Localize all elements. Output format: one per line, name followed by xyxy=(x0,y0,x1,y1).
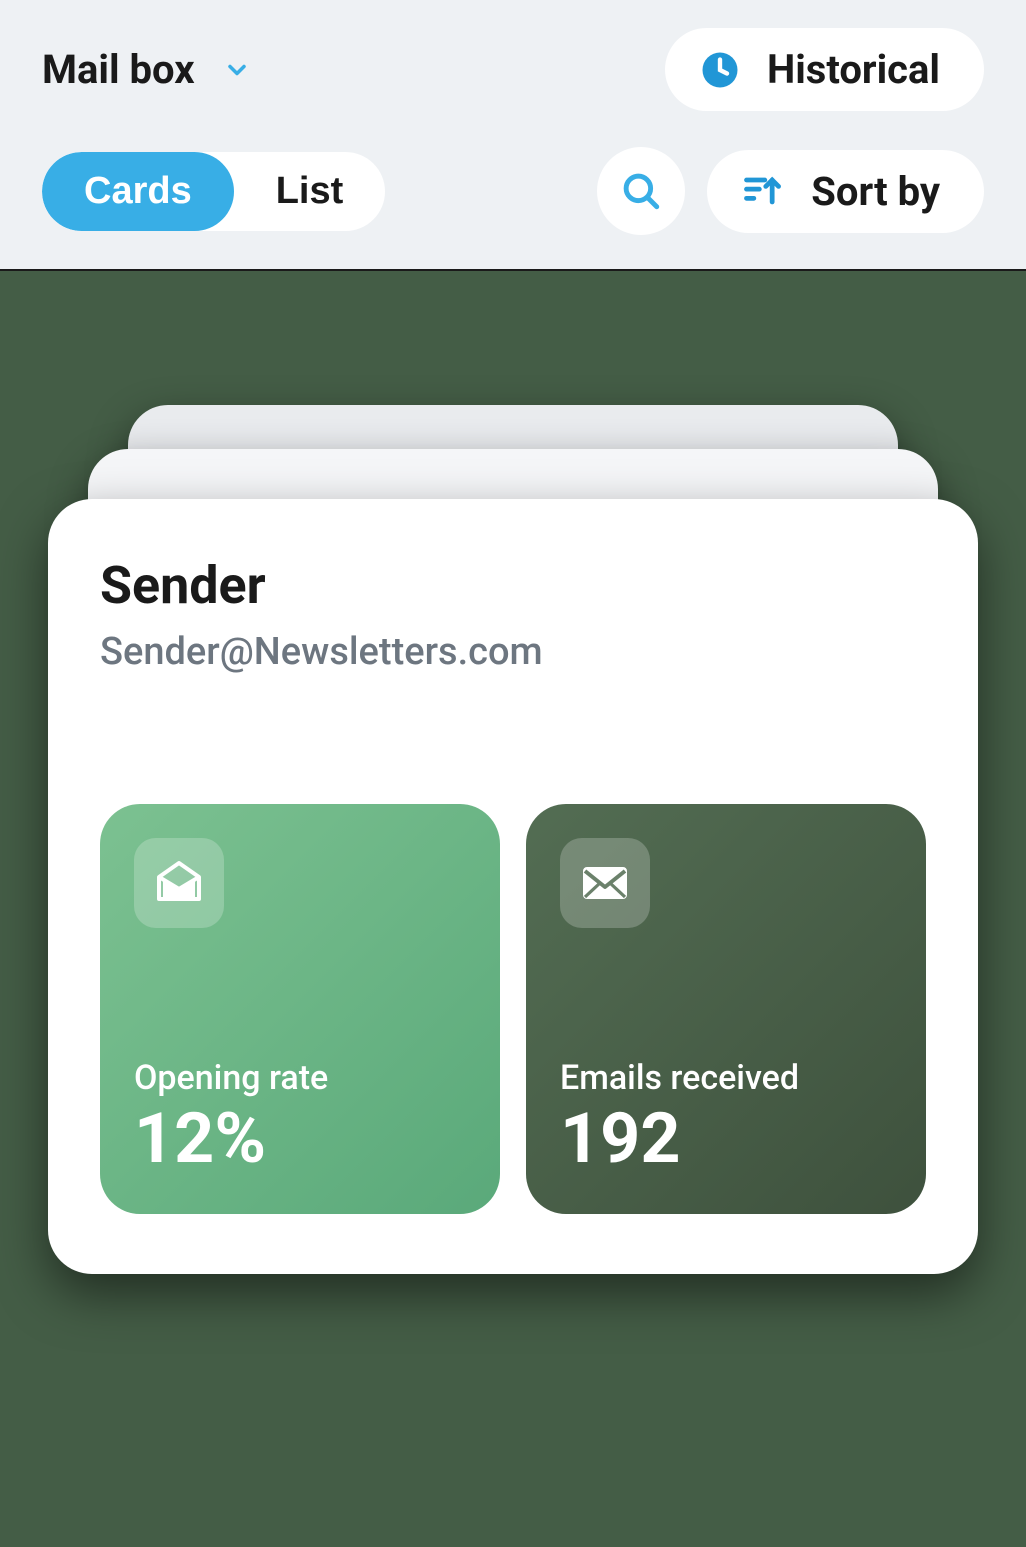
stat-value: 12% xyxy=(134,1104,466,1174)
mailbox-dropdown[interactable]: Mail box xyxy=(42,46,251,93)
historical-button[interactable]: Historical xyxy=(665,28,984,111)
stat-tile-opening-rate[interactable]: Opening rate 12% xyxy=(100,804,500,1214)
sort-button[interactable]: Sort by xyxy=(707,150,984,233)
envelope-icon xyxy=(581,859,629,907)
sort-icon xyxy=(741,169,785,213)
stat-tile-emails-received[interactable]: Emails received 192 xyxy=(526,804,926,1214)
clock-icon xyxy=(699,49,741,91)
stat-label: Emails received xyxy=(560,1058,892,1098)
historical-label: Historical xyxy=(767,46,940,93)
sender-card[interactable]: Sender Sender@Newsletters.com Opening ra… xyxy=(48,499,978,1274)
tile-icon-box xyxy=(134,838,224,928)
open-envelope-icon xyxy=(155,859,203,907)
content-area: Sender Sender@Newsletters.com Opening ra… xyxy=(0,271,1026,1547)
tab-cards[interactable]: Cards xyxy=(42,152,234,231)
tile-icon-box xyxy=(560,838,650,928)
top-bar: Mail box Historical Cards List xyxy=(0,0,1026,271)
sender-name: Sender xyxy=(100,555,926,616)
card-stack: Sender Sender@Newsletters.com Opening ra… xyxy=(48,499,978,1274)
search-button[interactable] xyxy=(597,147,685,235)
mailbox-label: Mail box xyxy=(42,46,195,93)
stat-label: Opening rate xyxy=(134,1058,466,1098)
stats-row: Opening rate 12% Emails received xyxy=(100,804,926,1214)
sort-label: Sort by xyxy=(811,168,940,215)
sender-email: Sender@Newsletters.com xyxy=(100,630,926,674)
tab-list[interactable]: List xyxy=(234,152,386,231)
view-toggle: Cards List xyxy=(42,152,385,231)
chevron-down-icon xyxy=(223,56,251,84)
search-icon xyxy=(620,170,662,212)
stat-value: 192 xyxy=(560,1104,892,1174)
